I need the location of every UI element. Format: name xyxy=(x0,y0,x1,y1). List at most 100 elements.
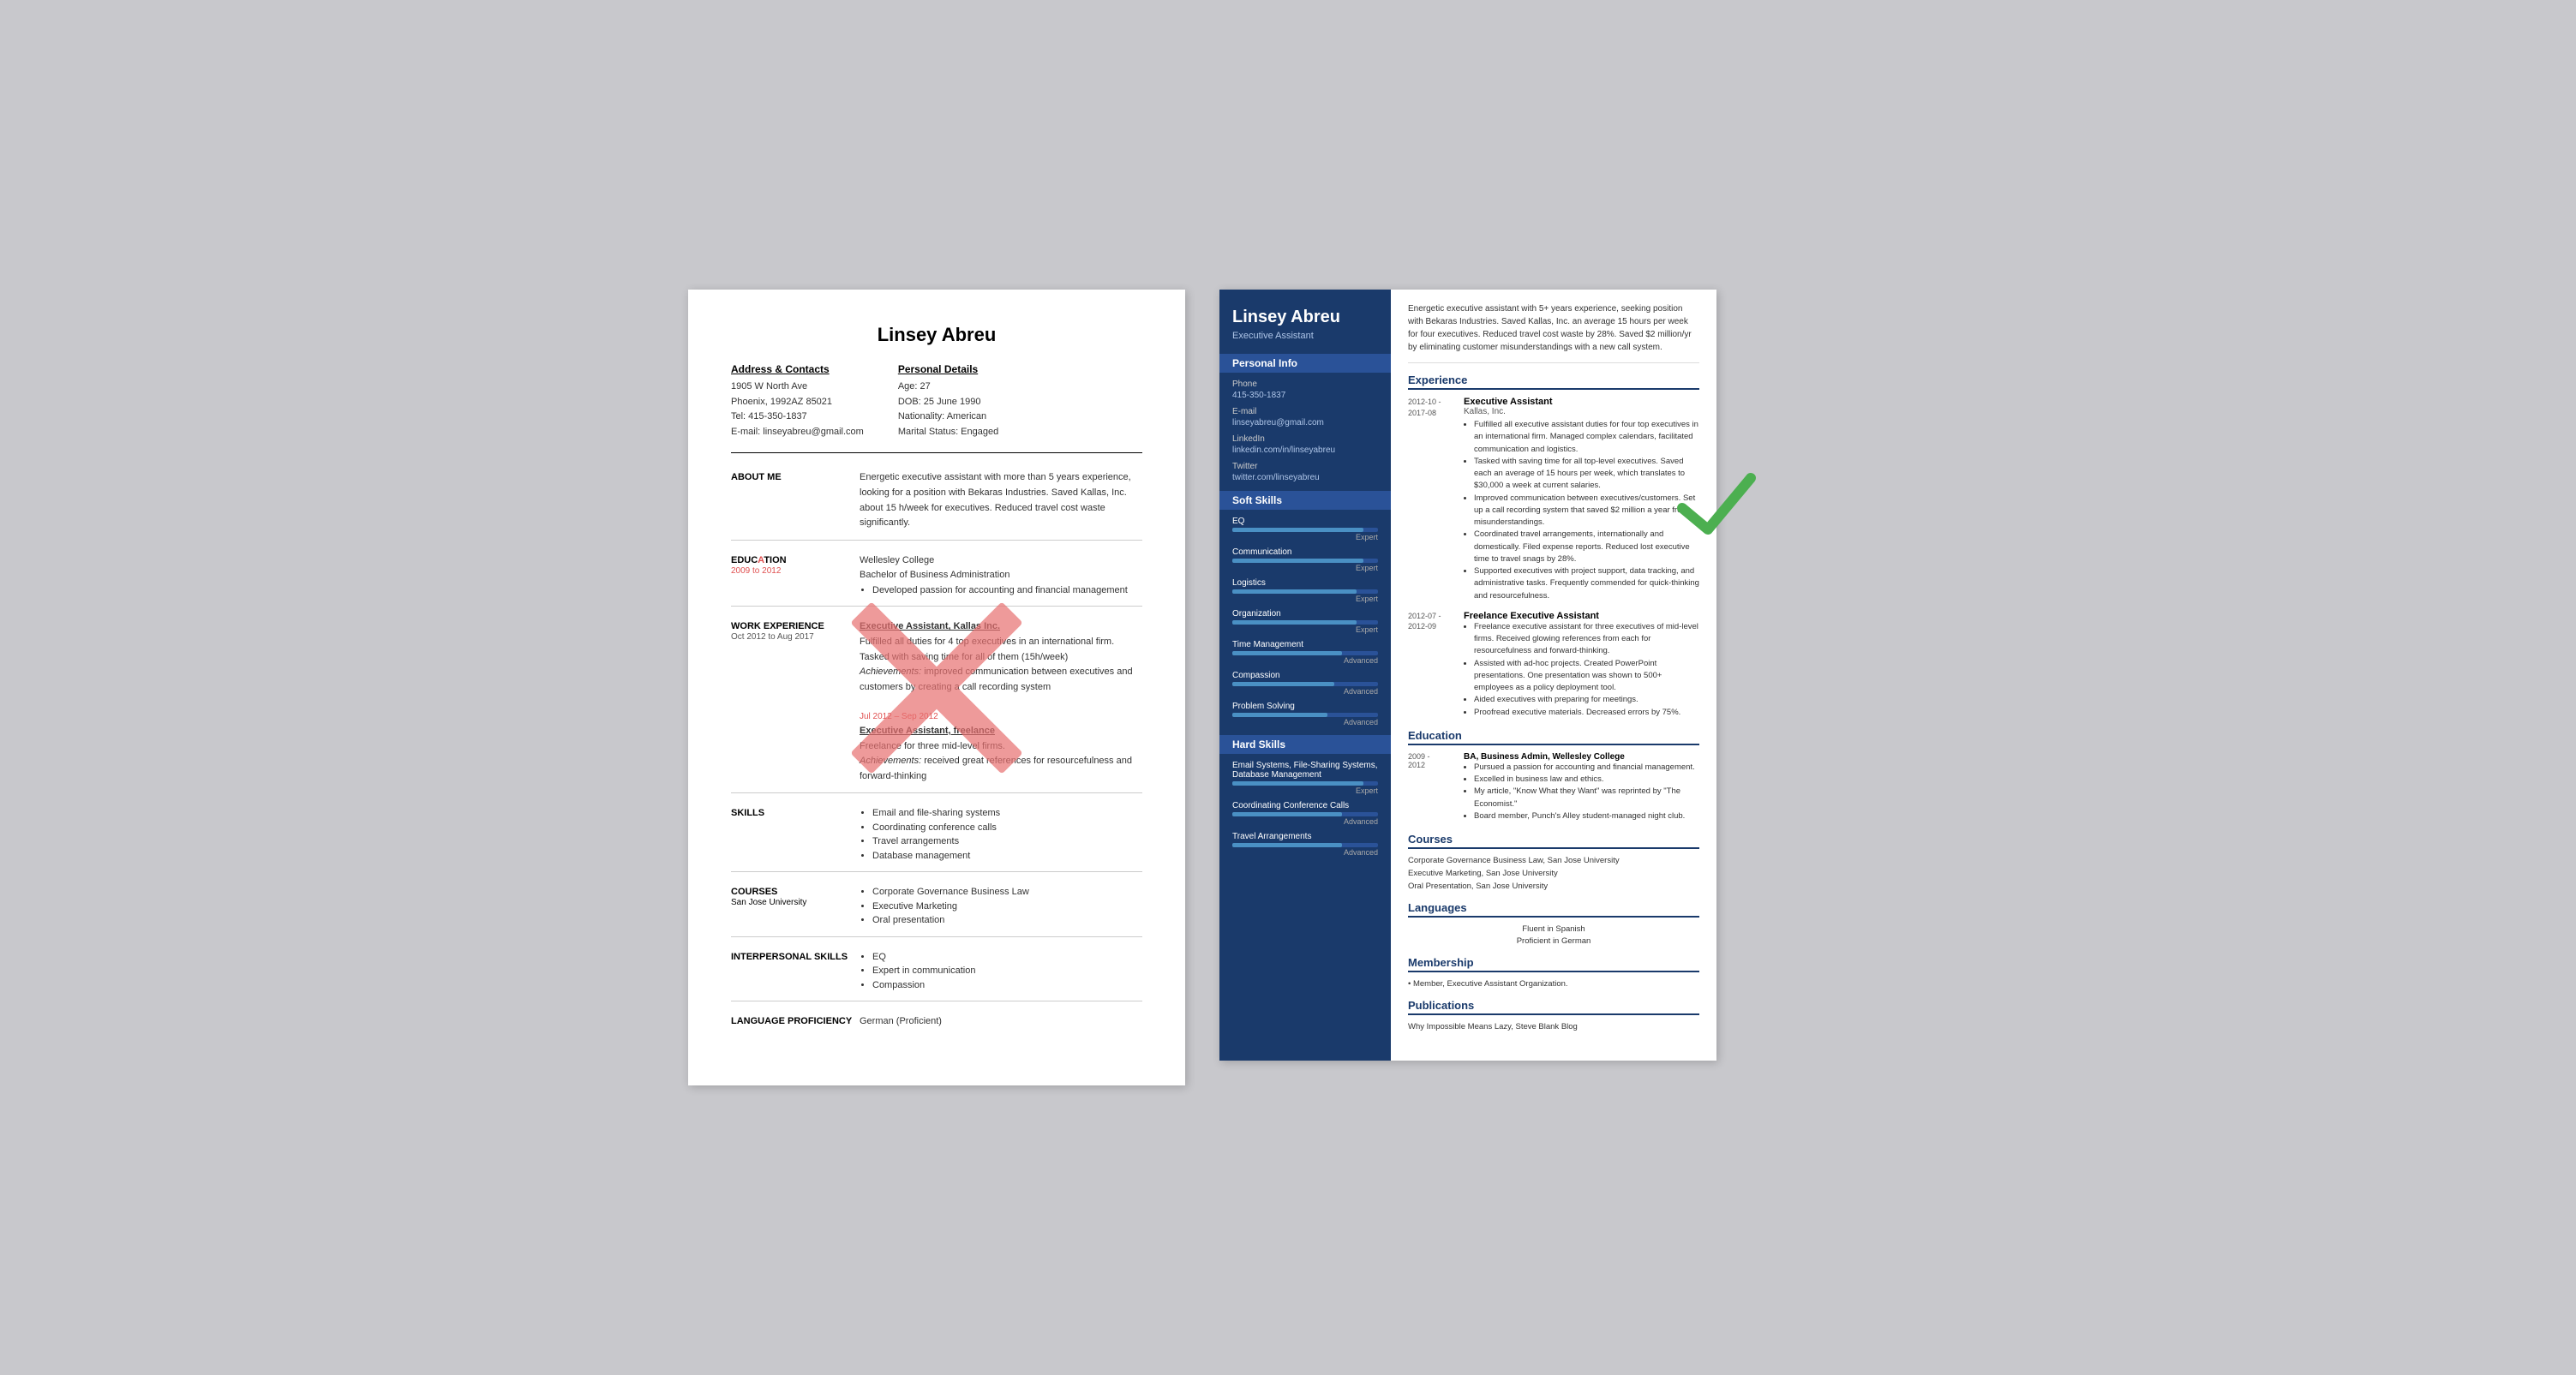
phone-label: Phone xyxy=(1232,380,1378,389)
work-title: WORK EXPERIENCE Oct 2012 to Aug 2017 xyxy=(731,619,860,784)
resume-left: Linsey Abreu Address & Contacts 1905 W N… xyxy=(688,290,1185,1085)
publication-item: Why Impossible Means Lazy, Steve Blank B… xyxy=(1408,1022,1699,1031)
publications-title: Publications xyxy=(1408,999,1699,1015)
exp-bullet: Supported executives with project suppor… xyxy=(1474,565,1699,602)
edu-bullet: My article, "Know What they Want" was re… xyxy=(1474,786,1699,810)
marital: Marital Status: Engaged xyxy=(898,425,998,440)
exp-bullet: Coordinated travel arrangements, interna… xyxy=(1474,529,1699,565)
course-item: Executive Marketing xyxy=(872,900,1142,914)
education-date: 2009 to 2012 xyxy=(731,566,781,576)
soft-skills-title: Soft Skills xyxy=(1219,491,1391,510)
language-title: LANGUAGE PROFICIENCY xyxy=(731,1014,860,1030)
skill-item: Travel arrangements xyxy=(872,834,1142,849)
hard-skill-bar-bg xyxy=(1232,781,1378,786)
publications-section: Publications Why Impossible Means Lazy, … xyxy=(1408,999,1699,1031)
experience-item: 2012-07 - 2012-09Freelance Executive Ass… xyxy=(1408,611,1699,719)
linkedin-value: linkedin.com/in/linseyabreu xyxy=(1232,445,1378,455)
soft-skills-container: EQExpertCommunicationExpertLogisticsExpe… xyxy=(1232,517,1378,726)
interpersonal-section: INTERPERSONAL SKILLS EQExpert in communi… xyxy=(731,950,1142,1002)
education-section-right: Education 2009 - 2012BA, Business Admin,… xyxy=(1408,729,1699,822)
courses-title: COURSES San Jose University xyxy=(731,885,860,928)
edu-bullet: Excelled in business law and ethics. xyxy=(1474,774,1699,786)
hard-skill-bar-fill xyxy=(1232,812,1342,816)
soft-skill-bar-bg xyxy=(1232,528,1378,532)
course-item-right: Corporate Governance Business Law, San J… xyxy=(1408,856,1699,865)
hard-skill-level: Expert xyxy=(1232,786,1378,795)
address: 1905 W North Ave xyxy=(731,380,864,395)
soft-skill-bar-fill xyxy=(1232,589,1357,594)
soft-skill-level: Advanced xyxy=(1232,718,1378,726)
edu-date: 2009 - 2012 xyxy=(1408,752,1455,822)
languages-section: Languages Fluent in SpanishProficient in… xyxy=(1408,901,1699,946)
education-item: 2009 - 2012BA, Business Admin, Wellesley… xyxy=(1408,752,1699,822)
resume-right: Linsey Abreu Executive Assistant Persona… xyxy=(1219,290,1716,1061)
experience-item: 2012-10 - 2017-08Executive AssistantKall… xyxy=(1408,397,1699,602)
education-section: EDUCATION 2009 to 2012 Wellesley College… xyxy=(731,553,1142,607)
right-sidebar: Linsey Abreu Executive Assistant Persona… xyxy=(1219,290,1391,1061)
tel: Tel: 415-350-1837 xyxy=(731,410,864,425)
soft-skill-level: Advanced xyxy=(1232,656,1378,665)
hard-skill-name: Email Systems, File-Sharing Systems, Dat… xyxy=(1232,761,1378,780)
hard-skill-bar-fill xyxy=(1232,843,1342,847)
course-item-right: Executive Marketing, San Jose University xyxy=(1408,869,1699,878)
right-name: Linsey Abreu xyxy=(1232,307,1378,327)
dob: DOB: 25 June 1990 xyxy=(898,395,998,410)
interpersonal-list: EQExpert in communicationCompassion xyxy=(872,950,1142,993)
experience-title: Experience xyxy=(1408,374,1699,390)
edu-bullets: Pursued a passion for accounting and fin… xyxy=(1474,762,1699,822)
language-item: Fluent in Spanish xyxy=(1408,924,1699,934)
soft-skill-name: Time Management xyxy=(1232,640,1378,649)
membership-title: Membership xyxy=(1408,956,1699,972)
right-membership-container: • Member, Executive Assistant Organizati… xyxy=(1408,979,1699,989)
exp-content: Executive AssistantKallas, Inc.Fulfilled… xyxy=(1464,397,1699,602)
exp-date: 2012-07 - 2012-09 xyxy=(1408,611,1455,719)
email-value: linseyabreu@gmail.com xyxy=(1232,418,1378,427)
right-title: Executive Assistant xyxy=(1232,331,1378,341)
exp-bullet: Improved communication between executive… xyxy=(1474,493,1699,529)
soft-skill-bar-fill xyxy=(1232,559,1363,563)
education-title: EDUCATION 2009 to 2012 xyxy=(731,553,860,598)
phone-value: 415-350-1837 xyxy=(1232,391,1378,400)
soft-skill-name: Communication xyxy=(1232,547,1378,557)
work-section: WORK EXPERIENCE Oct 2012 to Aug 2017 Exe… xyxy=(731,619,1142,793)
right-summary: Energetic executive assistant with 5+ ye… xyxy=(1408,302,1699,363)
exp-date: 2012-10 - 2017-08 xyxy=(1408,397,1455,602)
exp-company: Kallas, Inc. xyxy=(1464,407,1699,416)
experience-section: Experience 2012-10 - 2017-08Executive As… xyxy=(1408,374,1699,719)
courses-section-right: Courses Corporate Governance Business La… xyxy=(1408,833,1699,891)
exp-bullet: Fulfilled all executive assistant duties… xyxy=(1474,419,1699,456)
courses-list: Corporate Governance Business LawExecuti… xyxy=(872,885,1142,928)
soft-skill-bar-fill xyxy=(1232,651,1342,655)
soft-skill-bar-bg xyxy=(1232,682,1378,686)
interpersonal-content: EQExpert in communicationCompassion xyxy=(860,950,1142,993)
soft-skill-level: Advanced xyxy=(1232,687,1378,696)
courses-title-right: Courses xyxy=(1408,833,1699,849)
soft-skill-name: Logistics xyxy=(1232,578,1378,588)
exp-bullet: Aided executives with preparing for meet… xyxy=(1474,694,1699,706)
hard-skill-level: Advanced xyxy=(1232,817,1378,826)
work-content: Executive Assistant, Kallas Inc. Fulfill… xyxy=(860,619,1142,784)
soft-skill-bar-fill xyxy=(1232,682,1334,686)
interpersonal-title: INTERPERSONAL SKILLS xyxy=(731,950,860,993)
soft-skill-bar-fill xyxy=(1232,713,1327,717)
language-section: LANGUAGE PROFICIENCY German (Proficient) xyxy=(731,1014,1142,1038)
about-section: ABOUT ME Energetic executive assistant w… xyxy=(731,470,1142,540)
courses-content: Corporate Governance Business LawExecuti… xyxy=(860,885,1142,928)
course-item: Corporate Governance Business Law xyxy=(872,885,1142,900)
soft-skill-name: Organization xyxy=(1232,609,1378,619)
main-container: Linsey Abreu Address & Contacts 1905 W N… xyxy=(688,290,1888,1085)
skill-item: Coordinating conference calls xyxy=(872,821,1142,835)
edu-content: BA, Business Admin, Wellesley CollegePur… xyxy=(1464,752,1699,822)
soft-skill-level: Expert xyxy=(1232,625,1378,634)
exp-bullet: Freelance executive assistant for three … xyxy=(1474,621,1699,658)
nationality: Nationality: American xyxy=(898,410,998,425)
course-item: Oral presentation xyxy=(872,913,1142,928)
soft-skill-name: EQ xyxy=(1232,517,1378,526)
soft-skill-name: Compassion xyxy=(1232,671,1378,680)
soft-skill-level: Expert xyxy=(1232,564,1378,572)
right-languages-container: Fluent in SpanishProficient in German xyxy=(1408,924,1699,946)
soft-skill-bar-fill xyxy=(1232,620,1357,625)
hard-skill-bar-bg xyxy=(1232,843,1378,847)
email: E-mail: linseyabreu@gmail.com xyxy=(731,425,864,440)
soft-skill-bar-fill xyxy=(1232,528,1363,532)
